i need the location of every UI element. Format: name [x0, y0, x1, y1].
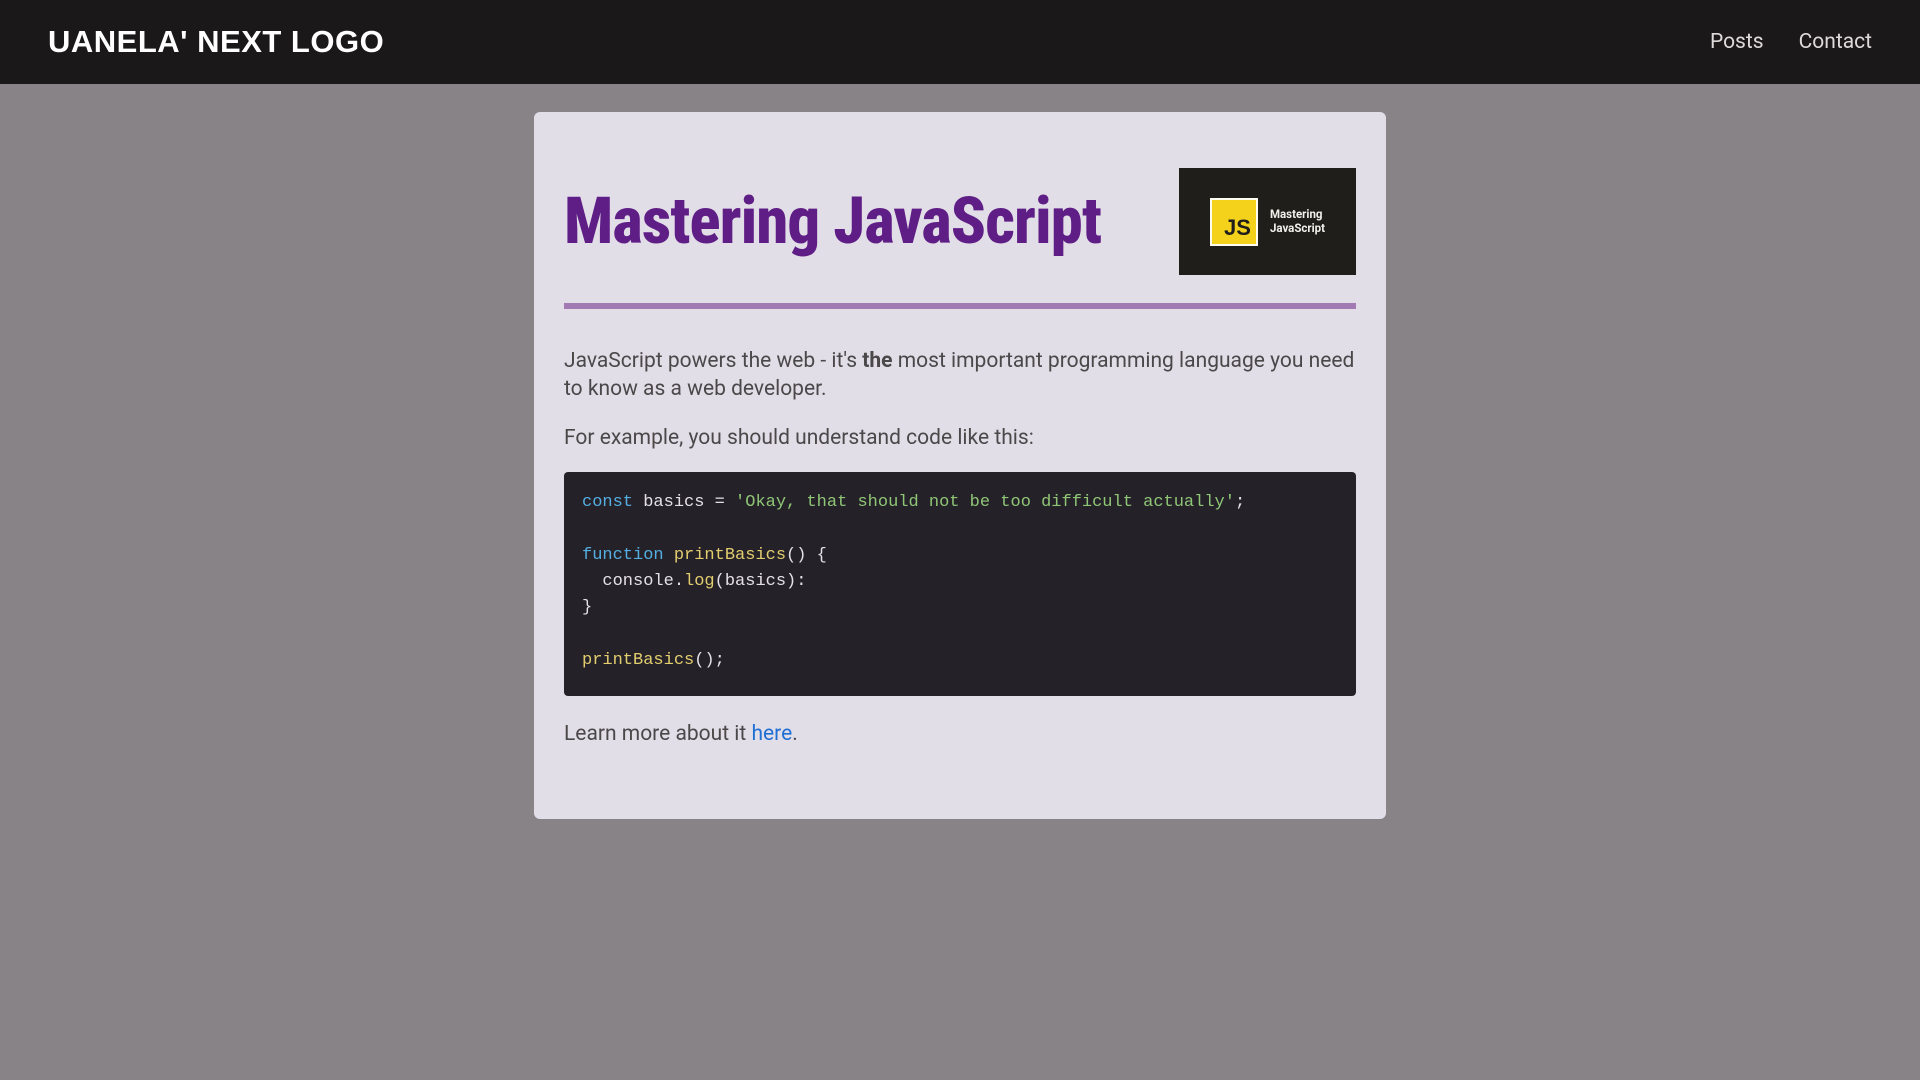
learn-more-paragraph: Learn more about it here. [564, 720, 1356, 748]
main-nav: Posts Contact [1710, 30, 1872, 54]
text-fragment: JavaScript powers the web - it's [564, 349, 862, 373]
code-function: log [684, 572, 715, 591]
text-fragment: Learn more about it [564, 722, 751, 746]
code-operator: = [715, 493, 735, 512]
intro-paragraph: JavaScript powers the web - it's the mos… [564, 347, 1356, 404]
code-keyword: function [582, 546, 664, 565]
divider [564, 303, 1356, 309]
code-punctuation: (); [694, 651, 725, 670]
code-function: printBasics [582, 651, 694, 670]
thumbnail-caption-line1: Mastering [1270, 207, 1323, 221]
code-punctuation: } [582, 598, 592, 617]
text-fragment: . [792, 722, 798, 746]
nav-contact[interactable]: Contact [1799, 30, 1872, 54]
thumbnail-caption: Mastering JavaScript [1270, 208, 1325, 236]
learn-more-link[interactable]: here [751, 722, 792, 746]
article-title: Mastering JavaScript [564, 189, 1101, 254]
code-identifier: basics [633, 493, 715, 512]
thumbnail-caption-line2: JavaScript [1270, 221, 1325, 235]
post-article: Mastering JavaScript JS Mastering JavaSc… [534, 112, 1386, 819]
code-function: printBasics [674, 546, 786, 565]
text-emphasis: the [862, 349, 892, 373]
content-wrapper: Mastering JavaScript JS Mastering JavaSc… [0, 84, 1920, 859]
code-identifier: console. [582, 572, 684, 591]
code-punctuation: ; [1235, 493, 1245, 512]
site-logo: UANELA' NEXT LOGO [48, 24, 384, 60]
js-badge-icon: JS [1210, 198, 1258, 246]
code-block: const basics = 'Okay, that should not be… [564, 472, 1356, 696]
site-header: UANELA' NEXT LOGO Posts Contact [0, 0, 1920, 84]
code-punctuation: () { [786, 546, 827, 565]
article-header: Mastering JavaScript JS Mastering JavaSc… [564, 168, 1356, 275]
code-string: 'Okay, that should not be too difficult … [735, 493, 1235, 512]
nav-posts[interactable]: Posts [1710, 30, 1764, 54]
example-intro-paragraph: For example, you should understand code … [564, 424, 1356, 452]
code-keyword: const [582, 493, 633, 512]
code-space [664, 546, 674, 565]
code-punctuation: (basics): [715, 572, 807, 591]
article-thumbnail: JS Mastering JavaScript [1179, 168, 1356, 275]
